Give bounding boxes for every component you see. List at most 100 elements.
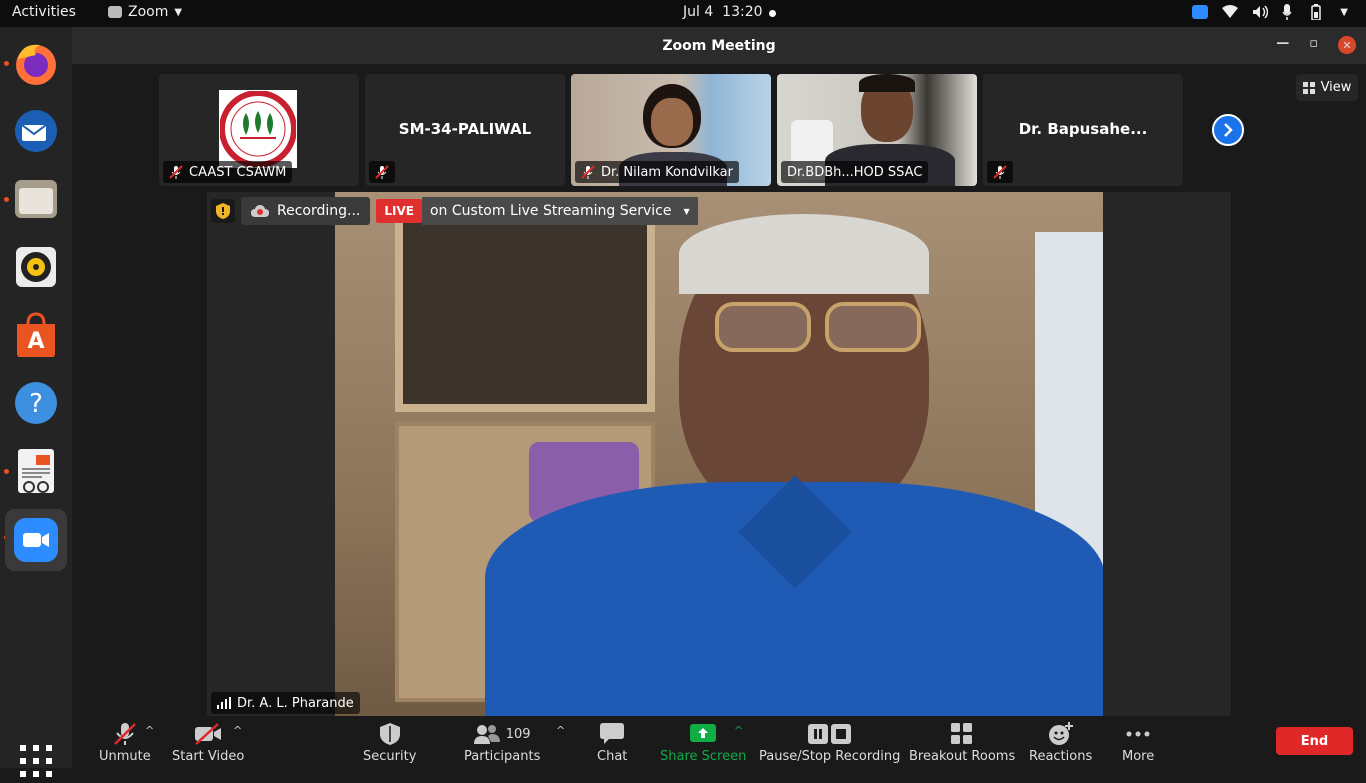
participants-options-caret[interactable]: ^ [556, 724, 565, 737]
audio-options-caret[interactable]: ^ [145, 724, 154, 737]
help-icon[interactable]: ? [10, 377, 62, 429]
participant-tile[interactable]: Dr. Bapusahe... [983, 74, 1183, 186]
breakout-label: Breakout Rooms [909, 749, 1016, 764]
start-video-label: Start Video [172, 749, 245, 764]
muted-mic-icon [169, 165, 183, 179]
security-label: Security [363, 749, 417, 764]
video-options-caret[interactable]: ^ [233, 724, 242, 737]
view-button[interactable]: View [1296, 74, 1358, 101]
minimize-icon[interactable]: — [1276, 36, 1289, 54]
speaker-name-tag: Dr. A. L. Pharande [211, 692, 360, 714]
participant-name-tag [987, 161, 1013, 183]
running-indicator [4, 469, 9, 474]
thunderbird-icon[interactable] [10, 105, 62, 157]
participant-name-tag: Dr.BDBh...HOD SSAC [781, 161, 929, 183]
caret-down-icon: ▼ [174, 6, 183, 18]
battery-icon[interactable] [1306, 4, 1326, 20]
participant-name-tag: CAAST CSAWM [163, 161, 293, 183]
notification-dot-icon [769, 10, 776, 17]
top-bar: Activities Zoom ▼ Jul 4 13:20 ▼ [0, 0, 1366, 27]
participant-tile[interactable]: Dr.BDBh...HOD SSAC [777, 74, 977, 186]
zoom-app-icon [108, 6, 122, 18]
speaker-name: Dr. A. L. Pharande [237, 695, 354, 711]
participants-icon [473, 725, 500, 744]
caret-down-icon: ▼ [683, 206, 690, 216]
pause-stop-label: Pause/Stop Recording [759, 749, 901, 764]
share-screen-label: Share Screen [660, 749, 747, 764]
dock: A ? [0, 27, 72, 777]
signal-strength-icon [217, 697, 231, 709]
reactions-label: Reactions [1029, 749, 1093, 764]
show-applications-icon[interactable] [18, 743, 54, 783]
reactions-icon [1048, 722, 1073, 745]
security-button[interactable]: Security [363, 722, 416, 764]
next-page-button[interactable] [1212, 114, 1244, 146]
share-options-caret[interactable]: ^ [734, 724, 743, 737]
view-label: View [1320, 80, 1352, 95]
activities-button[interactable]: Activities [12, 4, 76, 20]
participant-name: Dr.BDBh...HOD SSAC [787, 164, 923, 180]
clock[interactable]: Jul 4 13:20 [683, 4, 763, 20]
running-indicator [4, 61, 9, 66]
speaker-video [335, 192, 1103, 716]
app-menu[interactable]: Zoom ▼ [108, 4, 182, 20]
org-logo [219, 90, 297, 168]
system-tray[interactable]: ▼ [1192, 4, 1348, 20]
rhythmbox-icon[interactable] [10, 241, 62, 293]
participant-tile[interactable]: Dr. Nilam Kondvilkar [571, 74, 771, 186]
encryption-shield-icon[interactable] [211, 199, 235, 223]
close-icon[interactable]: ✕ [1338, 36, 1356, 54]
files-icon[interactable] [10, 173, 62, 225]
svg-text:?: ? [29, 389, 43, 419]
meeting-toolbar: Unmute ^ Start Video ^ Security 109 Part… [72, 716, 1366, 768]
document-viewer-icon[interactable] [10, 445, 62, 497]
maximize-icon[interactable]: ▫ [1309, 36, 1318, 54]
participants-button[interactable]: 109 Participants [464, 722, 540, 764]
muted-mic-icon [375, 165, 389, 179]
recording-indicator[interactable]: Recording... [241, 197, 371, 225]
recording-label: Recording... [277, 203, 361, 219]
title-bar: Zoom Meeting — ▫ ✕ [72, 27, 1366, 64]
participant-name: CAAST CSAWM [189, 164, 287, 180]
muted-microphone-icon [113, 723, 136, 745]
svg-text:A: A [27, 329, 44, 354]
participant-name: Dr. Nilam Kondvilkar [601, 164, 733, 180]
unmute-button[interactable]: Unmute [99, 722, 151, 764]
cloud-recording-icon [251, 205, 269, 217]
participant-name-tag [369, 161, 395, 183]
live-service-label: on Custom Live Streaming Service [429, 203, 672, 219]
more-label: More [1122, 749, 1155, 764]
pause-icon [808, 724, 829, 744]
participant-tile[interactable]: SM-34-PALIWAL [365, 74, 565, 186]
caret-down-icon[interactable]: ▼ [1340, 7, 1348, 18]
security-shield-icon [379, 723, 400, 745]
chevron-right-icon [1224, 123, 1233, 137]
app-menu-label: Zoom [128, 4, 169, 20]
live-streaming-dropdown[interactable]: on Custom Live Streaming Service ▼ [421, 197, 698, 225]
recording-status-bar: Recording... LIVE on Custom Live Streami… [211, 197, 698, 225]
active-speaker-view[interactable]: Recording... LIVE on Custom Live Streami… [207, 192, 1231, 716]
zoom-dock-icon[interactable] [5, 509, 67, 571]
unmute-label: Unmute [99, 749, 151, 764]
end-meeting-button[interactable]: End [1276, 727, 1353, 755]
pause-stop-recording-button[interactable]: Pause/Stop Recording [759, 722, 900, 764]
time-label: 13:20 [722, 4, 763, 20]
participant-name-tag: Dr. Nilam Kondvilkar [575, 161, 739, 183]
participant-count: 109 [505, 726, 531, 742]
firefox-icon[interactable] [10, 37, 62, 89]
breakout-rooms-button[interactable]: Breakout Rooms [909, 722, 1015, 764]
participant-display-name: Dr. Bapusahe... [1018, 120, 1148, 138]
video-off-icon [195, 723, 222, 745]
participant-tile[interactable]: CAAST CSAWM [159, 74, 359, 186]
software-center-icon[interactable]: A [10, 309, 62, 361]
chat-button[interactable]: Chat [597, 722, 627, 764]
microphone-icon[interactable] [1282, 4, 1292, 20]
zoom-tray-icon[interactable] [1192, 5, 1209, 19]
running-indicator [4, 197, 9, 202]
reactions-button[interactable]: Reactions [1029, 722, 1092, 764]
zoom-window: Zoom Meeting — ▫ ✕ CAAST CSAWM SM-34-PAL… [72, 27, 1366, 768]
wifi-icon[interactable] [1222, 5, 1239, 19]
volume-icon[interactable] [1252, 5, 1269, 19]
more-button[interactable]: More [1122, 722, 1154, 764]
more-icon [1126, 731, 1150, 737]
